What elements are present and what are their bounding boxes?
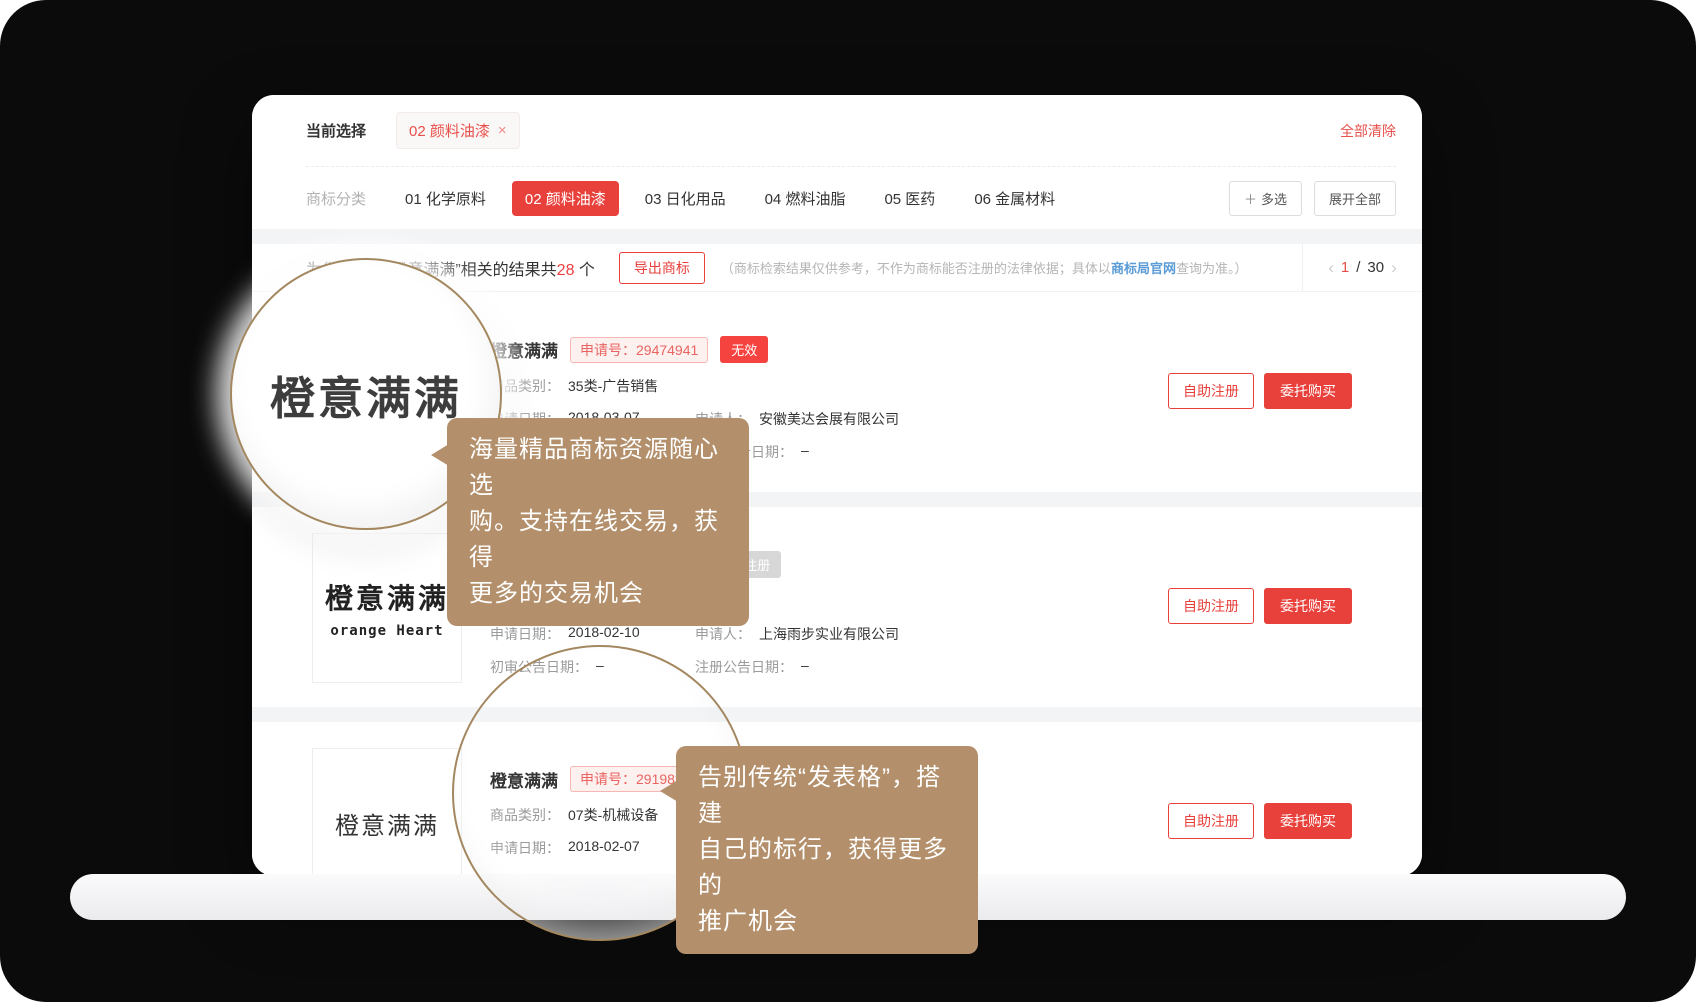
category-item-06[interactable]: 06 金属材料 (961, 181, 1068, 216)
trademark-name[interactable]: 橙意满满 (490, 337, 558, 362)
disclaimer-suffix: 查询为准。） (1176, 261, 1248, 276)
trademark-image[interactable]: 橙意满满 orange Heart (312, 533, 462, 683)
plus-icon: ＋ (1244, 192, 1257, 207)
selected-filter-tag[interactable]: 02 颜料油漆 × (396, 112, 520, 149)
pagination-separator: / (1356, 259, 1360, 276)
tooltip-trade-bubble: 海量精品商标资源随心选 购。支持在线交易，获得 更多的交易机会 (447, 418, 749, 626)
self-register-button[interactable]: 自助注册 (1168, 803, 1254, 839)
disclaimer-prefix: （商标检索结果仅供参考，不作为商标能否注册的法律依据；具体以 (721, 261, 1111, 276)
magnified-trademark-text: 橙意满满 (270, 362, 462, 427)
pagination-current: 1 (1341, 259, 1349, 276)
category-item-04[interactable]: 04 燃料油脂 (752, 181, 859, 216)
reg-publish-label: 注册公告日期： (695, 657, 793, 677)
entrust-purchase-button[interactable]: 委托购买 (1264, 803, 1352, 839)
expand-all-button[interactable]: 展开全部 (1314, 181, 1396, 216)
chevron-right-icon[interactable]: › (1391, 258, 1397, 278)
multi-select-label: 多选 (1261, 192, 1287, 207)
status-badge: 无效 (720, 336, 768, 363)
application-number-tag: 申请号：29474941 (570, 337, 708, 363)
category-actions: ＋ 多选 展开全部 (1229, 181, 1396, 216)
category-bar: 商标分类 01 化学原料 02 颜料油漆 03 日化用品 04 燃料油脂 05 … (306, 167, 1396, 229)
multi-select-button[interactable]: ＋ 多选 (1229, 181, 1302, 216)
category-item-03[interactable]: 03 日化用品 (632, 181, 739, 216)
trademark-image-text: 橙意满满 (325, 577, 449, 617)
trademark-image-subtext: orange Heart (330, 623, 443, 639)
row-actions: 自助注册 委托购买 (1168, 588, 1352, 624)
self-register-button[interactable]: 自助注册 (1168, 373, 1254, 409)
close-icon[interactable]: × (498, 122, 507, 139)
entrust-purchase-button[interactable]: 委托购买 (1264, 373, 1352, 409)
current-selection-bar: 当前选择 02 颜料油漆 × 全部清除 (306, 95, 1396, 167)
results-count: 28 (557, 262, 575, 279)
current-selection-label: 当前选择 (306, 120, 366, 141)
disclaimer-text: （商标检索结果仅供参考，不作为商标能否注册的法律依据；具体以商标局官网查询为准。… (721, 258, 1248, 277)
export-trademark-button[interactable]: 导出商标 (619, 252, 705, 284)
category-bar-label: 商标分类 (306, 188, 366, 209)
results-header-left: 为您检索到“橙意满满”相关的结果共28 个 导出商标 （商标检索结果仅供参考，不… (306, 244, 1302, 291)
applicant-value: 安徽美达会展有限公司 (759, 409, 899, 429)
row-divider (252, 707, 1422, 722)
summary-suffix: 个 (574, 262, 594, 279)
filter-section: 当前选择 02 颜料油漆 × 全部清除 商标分类 01 化学原料 02 颜料油漆… (252, 95, 1422, 229)
category-field-value: 35类-广告销售 (568, 376, 658, 396)
chevron-left-icon[interactable]: ‹ (1328, 258, 1334, 278)
apply-date-label: 申请日期： (490, 624, 560, 644)
applicant-label: 申请人： (695, 624, 751, 644)
category-item-02-selected[interactable]: 02 颜料油漆 (512, 181, 619, 216)
trademark-office-link[interactable]: 商标局官网 (1111, 261, 1176, 276)
pagination: ‹ 1 / 30 › (1302, 244, 1422, 291)
application-number-value: 29474941 (636, 342, 698, 358)
trademark-image[interactable]: 橙意满满 (312, 748, 462, 876)
self-register-button[interactable]: 自助注册 (1168, 588, 1254, 624)
pagination-total: 30 (1367, 259, 1384, 276)
reg-publish-value: – (801, 657, 809, 677)
row-actions: 自助注册 委托购买 (1168, 803, 1352, 839)
reg-publish-value: – (801, 442, 809, 462)
tooltip-promo-bubble: 告别传统“发表格”，搭建 自己的标行，获得更多的 推广机会 (676, 746, 978, 954)
trademark-image-text: 橙意满满 (335, 806, 439, 841)
table-row: 橙意满满 orange Heart 橙意满满 申请号：29482153 已注册 … (252, 507, 1422, 707)
applicant-value: 上海雨步实业有限公司 (759, 624, 899, 644)
apply-date-value: 2018-02-10 (568, 624, 640, 644)
entrust-purchase-button[interactable]: 委托购买 (1264, 588, 1352, 624)
selected-filter-tag-text: 02 颜料油漆 (409, 120, 490, 141)
clear-all-link[interactable]: 全部清除 (1340, 121, 1396, 141)
row-actions: 自助注册 委托购买 (1168, 373, 1352, 409)
category-item-05[interactable]: 05 医药 (871, 181, 948, 216)
category-item-01[interactable]: 01 化学原料 (392, 181, 499, 216)
screenshot-stage: 当前选择 02 颜料油漆 × 全部清除 商标分类 01 化学原料 02 颜料油漆… (0, 0, 1696, 1002)
application-number-label: 申请号： (580, 342, 636, 358)
